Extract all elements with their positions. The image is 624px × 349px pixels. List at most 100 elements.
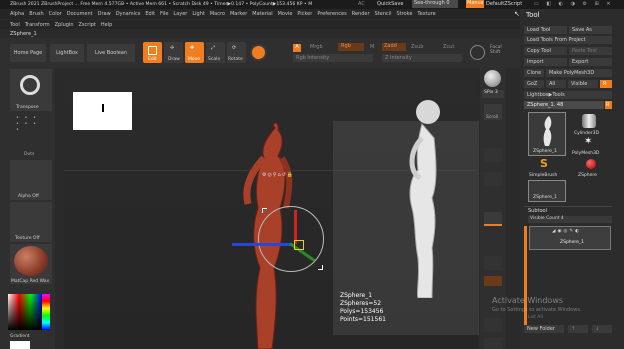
main-color-swatch[interactable]: [10, 341, 30, 349]
quicksave-button[interactable]: QuickSave: [377, 1, 403, 7]
goz-all-button[interactable]: All: [546, 80, 566, 88]
list-all-button[interactable]: List All: [528, 315, 543, 320]
alpha-button[interactable]: Alpha Off: [10, 160, 52, 200]
window-controls[interactable]: ▭ ◧ ◐ ◑ ⚙ ⊞ ✕: [534, 1, 614, 7]
goz-visible-button[interactable]: Visible: [568, 80, 598, 88]
menu-render[interactable]: Render: [352, 11, 370, 17]
local-button[interactable]: [484, 276, 502, 286]
menu-tool[interactable]: Tool: [10, 22, 20, 28]
draw-mode-button[interactable]: Draw ✢: [164, 42, 183, 63]
hue-slider[interactable]: [42, 294, 50, 330]
rgb-toggle[interactable]: Rgb: [338, 43, 364, 51]
menu-edit[interactable]: Edit: [145, 11, 155, 17]
default-zscript-button[interactable]: DefaultZScript: [486, 1, 522, 7]
subtool-item[interactable]: ◢◉◎✎◐ ZSphere_1: [529, 226, 611, 250]
spix-slider[interactable]: SPix 3: [482, 90, 504, 98]
gizmo-options-icons[interactable]: ⚙◎⚲⌂↺🔒: [262, 172, 294, 178]
load-tool-button[interactable]: Load Tool: [524, 26, 567, 34]
gizmo-x-axis[interactable]: [232, 243, 292, 246]
see-through-slider[interactable]: See-through 0: [412, 0, 458, 8]
lightbox-button[interactable]: LightBox: [50, 44, 84, 62]
save-as-button[interactable]: Save As: [569, 26, 612, 34]
m-toggle[interactable]: M: [370, 44, 374, 50]
live-boolean-button[interactable]: Live Boolean: [87, 44, 135, 62]
gizmo-center-handle[interactable]: [294, 240, 304, 250]
move-view-button[interactable]: [484, 338, 502, 349]
floor-button[interactable]: [484, 212, 502, 226]
subtool-header[interactable]: Subtool: [528, 208, 547, 214]
export-button[interactable]: Export: [569, 58, 612, 66]
home-page-button[interactable]: Home Page: [10, 44, 46, 62]
menu-brush[interactable]: Brush: [29, 11, 43, 17]
rgb-intensity-slider[interactable]: Rgb Intensity: [293, 54, 373, 62]
texture-button[interactable]: Texture Off: [10, 202, 52, 242]
transpose-button[interactable]: Transpose: [10, 69, 52, 111]
frame-button[interactable]: [484, 318, 502, 332]
current-tool-slider[interactable]: ZSphere_1. 48: [524, 101, 604, 109]
transpose-gizmo-ring[interactable]: [258, 206, 324, 272]
menu-marker[interactable]: Marker: [230, 11, 247, 17]
menu-light[interactable]: Light: [192, 11, 204, 17]
menu-alpha[interactable]: Alpha: [10, 11, 24, 17]
scale-mode-button[interactable]: Scale ⤢: [206, 42, 225, 63]
edit-mode-button[interactable]: Edit: [143, 42, 162, 63]
menu-document[interactable]: Document: [67, 11, 93, 17]
move-down-button[interactable]: ↓: [592, 325, 612, 333]
menu-preferences[interactable]: Preferences: [317, 11, 346, 17]
zadd-toggle[interactable]: Zadd: [382, 43, 406, 51]
goz-button[interactable]: GoZ: [524, 80, 544, 88]
material-sphere-icon[interactable]: [250, 44, 267, 61]
lock-button[interactable]: [484, 256, 502, 270]
gizmo-y-axis[interactable]: [294, 210, 297, 244]
a-toggle[interactable]: A: [293, 44, 301, 52]
focal-dial-icon[interactable]: [470, 45, 485, 60]
z-intensity-slider[interactable]: Z Intensity: [382, 54, 462, 62]
menu-zscript[interactable]: Zscript: [78, 22, 95, 28]
menu-material[interactable]: Material: [252, 11, 272, 17]
menu-transform[interactable]: Transform: [25, 22, 50, 28]
goz-r-button[interactable]: R: [600, 80, 612, 88]
menu-macro[interactable]: Macro: [210, 11, 225, 17]
tool-thumb-simplebrush[interactable]: S SimpleBrush: [528, 157, 566, 178]
import-button[interactable]: Import: [524, 58, 567, 66]
menu-movie[interactable]: Movie: [278, 11, 293, 17]
material-button[interactable]: MatCap Red Wax: [10, 244, 52, 284]
menu-stencil[interactable]: Stencil: [375, 11, 392, 17]
tool-thumb-polymesh3d[interactable]: ✶ PolyMesh3D: [572, 136, 610, 156]
zcut-toggle[interactable]: Zcut: [443, 44, 454, 50]
clone-button[interactable]: Clone: [524, 69, 544, 77]
visible-count-slider[interactable]: Visible Count 4: [528, 216, 612, 223]
navigation-thumbnail[interactable]: [73, 92, 132, 130]
color-picker[interactable]: [8, 294, 42, 330]
move-up-button[interactable]: ↑: [568, 325, 588, 333]
menu-zplugin[interactable]: Zplugin: [55, 22, 74, 28]
tool-thumb-zsphere1[interactable]: ZSphere_1: [528, 112, 566, 156]
move-mode-button[interactable]: Move ✥: [185, 42, 204, 63]
tool-thumb-zsphere1-small[interactable]: ZSphere_1: [528, 180, 566, 202]
bpr-render-icon[interactable]: [484, 70, 501, 87]
menu-stroke[interactable]: Stroke: [396, 11, 412, 17]
menu-draw[interactable]: Draw: [98, 11, 111, 17]
scroll-button[interactable]: Scroll: [484, 104, 502, 120]
menu-layer[interactable]: Layer: [173, 11, 187, 17]
tool-thumb-zsphere[interactable]: ZSphere: [572, 158, 610, 178]
mrgb-toggle[interactable]: Mrgb: [310, 44, 323, 50]
lightbox-tools-button[interactable]: Lightbox▶Tools: [524, 91, 612, 99]
menu-dynamics[interactable]: Dynamics: [116, 11, 141, 17]
actual-button[interactable]: [484, 172, 502, 186]
menu-color[interactable]: Color: [49, 11, 62, 17]
load-tools-from-project-button[interactable]: Load Tools From Project: [524, 36, 612, 44]
make-polymesh3d-button[interactable]: Make PolyMesh3D: [546, 69, 612, 77]
subtool-item-icons[interactable]: ◢◉◎✎◐: [552, 229, 581, 234]
zsub-toggle[interactable]: Zsub: [411, 44, 423, 50]
menus-button[interactable]: Menus: [466, 0, 484, 8]
copy-tool-button[interactable]: Copy Tool: [524, 47, 567, 55]
rotate-mode-button[interactable]: Rotate ⟳: [227, 42, 246, 63]
menu-help[interactable]: Help: [101, 22, 112, 28]
tool-thumb-cylinder3d[interactable]: Cylinder3D: [572, 112, 610, 136]
menu-texture[interactable]: Texture: [417, 11, 435, 17]
tool-r-button[interactable]: R: [605, 101, 612, 109]
stroke-dots-button[interactable]: • • • • • • • Dots: [10, 113, 52, 158]
new-folder-button[interactable]: New Folder: [524, 325, 564, 333]
zoom-button[interactable]: [484, 148, 502, 162]
